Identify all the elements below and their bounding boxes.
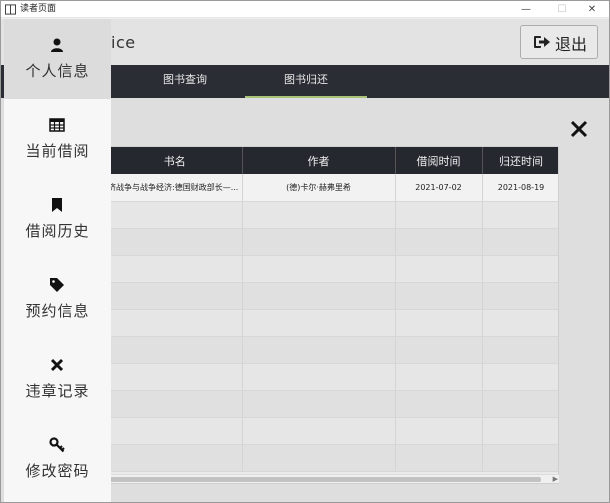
sidebar-item-label: 借阅历史 — [25, 222, 90, 240]
column-header-borrow-date[interactable]: 借阅时间 — [395, 147, 483, 174]
table-row-empty — [108, 309, 558, 337]
sidebar: 个人信息 当前借阅 借阅历史 预约信息 违章记录 修改密码 — [4, 19, 111, 502]
close-icon[interactable] — [569, 119, 589, 139]
key-icon — [49, 437, 65, 453]
table-row-empty — [108, 336, 558, 364]
bookmark-icon — [52, 198, 62, 212]
table-row-empty — [108, 282, 558, 310]
logout-button[interactable]: 退出 — [520, 25, 598, 59]
sidebar-item-label: 个人信息 — [25, 62, 90, 80]
cell-title: 济战争与战争经济:德国财政部长—... — [108, 174, 243, 202]
sidebar-item-label: 违章记录 — [25, 382, 90, 400]
table-row[interactable]: 济战争与战争经济:德国财政部长—... (德)卡尔·赫弗里希 2021-07-0… — [108, 174, 558, 202]
table-row-empty — [108, 201, 558, 229]
sidebar-item-change-password[interactable]: 修改密码 — [4, 419, 111, 499]
logout-label: 退出 — [555, 35, 588, 54]
table-header-row: 书名 作者 借阅时间 归还时间 — [108, 147, 558, 174]
table-row-empty — [108, 363, 558, 391]
close-window-button[interactable]: ✕ — [577, 1, 607, 18]
horizontal-scrollbar[interactable]: ▶ — [107, 474, 559, 483]
sidebar-item-label: 预约信息 — [25, 302, 90, 320]
tab-book-return[interactable]: 图书归还 — [245, 65, 367, 98]
tab-book-return-label: 图书归还 — [284, 73, 328, 86]
sidebar-item-label: 当前借阅 — [25, 142, 90, 160]
scroll-right-icon[interactable]: ▶ — [553, 475, 558, 484]
close-icon — [50, 358, 64, 372]
sidebar-item-reservation[interactable]: 预约信息 — [4, 259, 111, 339]
cell-return-date: 2021-08-19 — [482, 174, 558, 202]
sidebar-item-label: 修改密码 — [25, 462, 90, 480]
maximize-button[interactable]: ☐ — [547, 1, 577, 18]
sidebar-item-violations[interactable]: 违章记录 — [4, 339, 111, 419]
user-icon — [51, 38, 63, 52]
book-icon — [5, 4, 16, 15]
scrollbar-thumb[interactable] — [109, 477, 541, 482]
table-row-empty — [108, 444, 558, 472]
sign-out-icon — [534, 36, 550, 48]
brand-text: ice — [111, 33, 136, 52]
sidebar-item-current-borrow[interactable]: 当前借阅 — [4, 99, 111, 179]
table-row-empty — [108, 390, 558, 418]
app-window: 读者页面 — ☐ ✕ ice 退出 图书查询 图书归还 书名 作者 借阅时间 归… — [0, 0, 610, 503]
return-table: 书名 作者 借阅时间 归还时间 济战争与战争经济:德国财政部长—... (德)卡… — [107, 146, 559, 484]
table-row-empty — [108, 228, 558, 256]
table-row-empty — [108, 255, 558, 283]
column-header-title[interactable]: 书名 — [108, 147, 243, 174]
cell-author: (德)卡尔·赫弗里希 — [242, 174, 396, 202]
sidebar-item-borrow-history[interactable]: 借阅历史 — [4, 179, 111, 259]
column-header-author[interactable]: 作者 — [242, 147, 396, 174]
minimize-button[interactable]: — — [511, 1, 541, 18]
window-title: 读者页面 — [20, 4, 57, 14]
tab-book-query[interactable]: 图书查询 — [125, 65, 245, 98]
tag-icon — [50, 278, 64, 292]
title-bar: 读者页面 — ☐ ✕ — [1, 1, 609, 18]
table-icon — [49, 118, 65, 132]
sidebar-item-profile[interactable]: 个人信息 — [4, 19, 111, 99]
column-header-return-date[interactable]: 归还时间 — [482, 147, 558, 174]
cell-borrow-date: 2021-07-02 — [395, 174, 483, 202]
table-row-empty — [108, 417, 558, 445]
